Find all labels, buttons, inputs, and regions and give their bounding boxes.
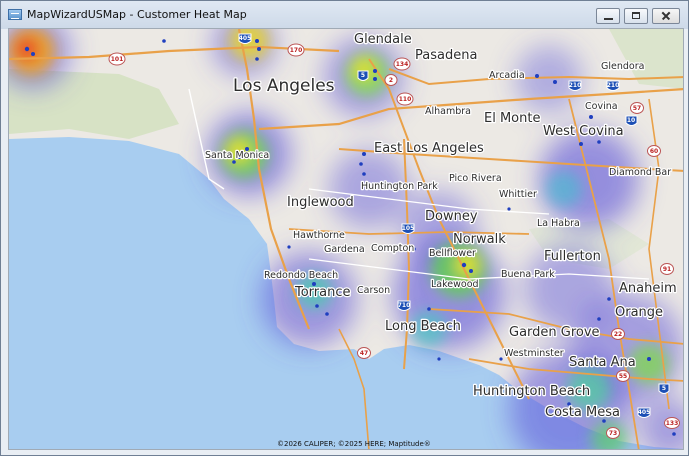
route-134-shield: 134 xyxy=(393,57,411,71)
route-73-shield: 73 xyxy=(606,427,620,439)
window-title: MapWizardUSMap - Customer Heat Map xyxy=(27,8,247,21)
city-label-glendale: Glendale xyxy=(354,32,412,47)
maximize-button[interactable] xyxy=(624,8,648,24)
minimize-button[interactable] xyxy=(596,8,620,24)
city-label-santa-ana: Santa Ana xyxy=(569,355,636,370)
city-label-east-los-angeles: East Los Angeles xyxy=(374,141,484,156)
heat-map-canvas[interactable]: 405 170 101 134 5 2 210 210 110 57 10 60… xyxy=(9,29,684,450)
city-label-anaheim: Anaheim xyxy=(619,281,677,296)
svg-text:10: 10 xyxy=(627,117,635,124)
interstate-105-shield: 105 xyxy=(401,223,415,234)
city-label-long-beach: Long Beach xyxy=(385,319,461,334)
city-label-torrance: Torrance xyxy=(294,285,351,300)
interstate-405-shield: 405 xyxy=(238,33,252,44)
svg-text:91: 91 xyxy=(663,266,671,273)
city-label-la-habra: La Habra xyxy=(537,218,580,229)
city-label-whittier: Whittier xyxy=(499,189,537,200)
route-133-shield: 133 xyxy=(664,417,680,429)
city-label-huntington-beach: Huntington Beach xyxy=(473,384,590,399)
svg-text:405: 405 xyxy=(239,35,252,42)
city-label-orange: Orange xyxy=(615,305,663,320)
city-label-gardena: Gardena xyxy=(324,244,365,255)
city-label-norwalk: Norwalk xyxy=(453,232,506,247)
city-label-arcadia: Arcadia xyxy=(489,70,525,81)
svg-text:133: 133 xyxy=(666,420,679,427)
svg-text:210: 210 xyxy=(569,82,582,89)
city-label-costa-mesa: Costa Mesa xyxy=(545,405,620,420)
route-47-shield: 47 xyxy=(357,347,371,359)
svg-text:110: 110 xyxy=(399,96,412,103)
city-label-glendora: Glendora xyxy=(601,61,644,72)
svg-text:101: 101 xyxy=(111,56,124,63)
svg-text:60: 60 xyxy=(650,148,658,155)
map-app-icon xyxy=(8,9,22,20)
city-label-el-monte: El Monte xyxy=(484,111,540,126)
city-label-redondo-beach: Redondo Beach xyxy=(264,270,338,281)
route-101-shield: 101 xyxy=(108,52,126,66)
map-copyright: ©2026 CALIPER; ©2025 HERE; Maptitude® xyxy=(277,440,431,448)
svg-text:47: 47 xyxy=(360,350,368,357)
interstate-5-shield: 5 xyxy=(658,383,670,394)
city-label-diamond-bar: Diamond Bar xyxy=(609,167,671,178)
city-label-compton: Compton xyxy=(371,243,414,254)
svg-text:55: 55 xyxy=(619,373,627,380)
city-label-pasadena: Pasadena xyxy=(415,48,477,63)
route-110-shield: 110 xyxy=(396,92,414,106)
svg-text:57: 57 xyxy=(633,105,641,112)
city-label-los-angeles: Los Angeles xyxy=(233,76,335,96)
interstate-405-shield: 405 xyxy=(637,407,651,418)
route-57-shield: 57 xyxy=(630,102,644,114)
app-window: MapWizardUSMap - Customer Heat Map 405 1… xyxy=(0,0,689,456)
title-bar[interactable]: MapWizardUSMap - Customer Heat Map xyxy=(1,1,688,29)
svg-text:5: 5 xyxy=(361,72,365,79)
city-label-garden-grove: Garden Grove xyxy=(509,325,600,340)
city-label-inglewood: Inglewood xyxy=(287,195,354,210)
svg-text:105: 105 xyxy=(402,225,415,232)
city-label-carson: Carson xyxy=(357,285,390,296)
route-60-shield: 60 xyxy=(647,145,661,157)
city-label-santa-monica: Santa Monica xyxy=(205,150,269,161)
route-2-shield: 2 xyxy=(384,74,398,86)
route-55-shield: 55 xyxy=(616,370,630,382)
city-label-downey: Downey xyxy=(425,209,478,224)
city-label-huntington-park: Huntington Park xyxy=(361,181,438,192)
svg-text:2: 2 xyxy=(389,77,393,84)
city-label-alhambra: Alhambra xyxy=(425,106,471,117)
map-view[interactable]: 405 170 101 134 5 2 210 210 110 57 10 60… xyxy=(8,28,684,450)
interstate-10-shield: 10 xyxy=(625,115,638,126)
interstate-210-shield: 210 xyxy=(606,80,620,91)
city-label-hawthorne: Hawthorne xyxy=(293,230,345,241)
city-label-bellflower: Bellflower xyxy=(429,248,476,259)
city-label-lakewood: Lakewood xyxy=(431,279,479,290)
interstate-710-shield: 710 xyxy=(397,300,411,311)
city-label-pico-rivera: Pico Rivera xyxy=(449,173,502,184)
svg-text:710: 710 xyxy=(398,302,411,309)
city-label-westminster: Westminster xyxy=(504,348,564,359)
interstate-210-shield: 210 xyxy=(568,80,582,91)
svg-text:73: 73 xyxy=(609,430,617,437)
route-170-shield: 170 xyxy=(287,43,305,57)
close-button[interactable] xyxy=(652,8,680,24)
city-label-fullerton: Fullerton xyxy=(544,249,601,264)
svg-text:210: 210 xyxy=(607,82,620,89)
svg-text:134: 134 xyxy=(396,61,409,68)
svg-text:22: 22 xyxy=(614,331,622,338)
interstate-5-shield: 5 xyxy=(357,70,369,81)
svg-text:5: 5 xyxy=(662,385,666,392)
city-label-covina: Covina xyxy=(585,101,618,112)
route-91-shield: 91 xyxy=(660,263,674,275)
city-label-buena-park: Buena Park xyxy=(501,269,555,280)
svg-text:405: 405 xyxy=(638,409,651,416)
route-22-shield: 22 xyxy=(611,328,625,340)
svg-text:170: 170 xyxy=(290,47,303,54)
city-label-west-covina: West Covina xyxy=(543,124,624,139)
